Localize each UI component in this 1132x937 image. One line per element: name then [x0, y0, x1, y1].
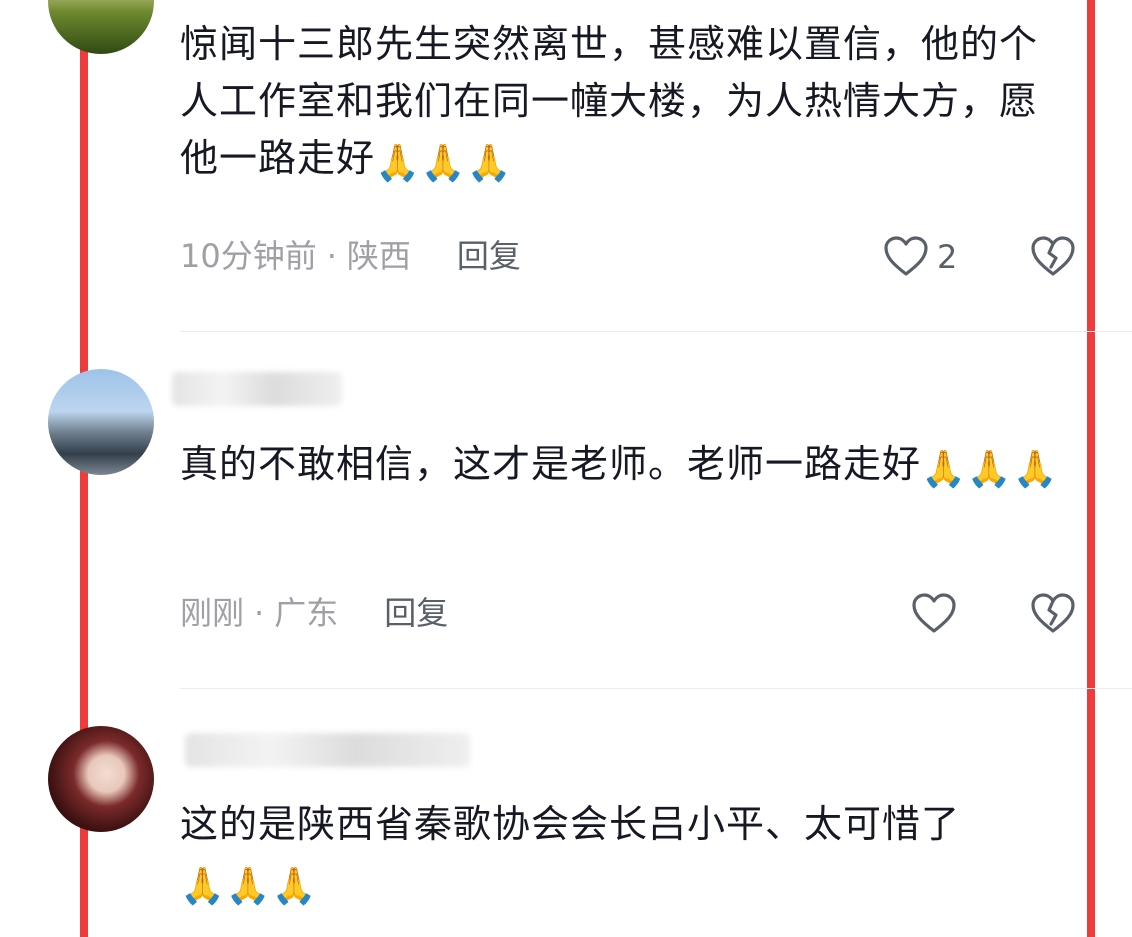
pray-emoji: 🙏🙏🙏 — [375, 143, 513, 184]
comment-meta: 10分钟前 · 陕西 回复 — [180, 236, 521, 276]
pray-emoji: 🙏🙏🙏 — [180, 866, 318, 907]
comment-time: 10分钟前 — [180, 237, 317, 275]
meta-separator: · — [254, 594, 265, 632]
like-button[interactable] — [910, 589, 958, 637]
heart-outline-icon — [884, 236, 928, 276]
avatar[interactable] — [48, 726, 154, 832]
like-button[interactable] — [882, 232, 930, 280]
comment-text: 真的不敢相信，这才是老师。老师一路走好🙏🙏🙏 — [180, 442, 1059, 490]
avatar[interactable] — [48, 0, 154, 54]
comment-text: 这的是陕西省秦歌协会会长吕小平、太可惜了 🙏🙏🙏 — [180, 802, 961, 907]
comment-divider — [180, 331, 1132, 332]
comment-location: 陕西 — [346, 237, 411, 275]
broken-heart-icon — [1031, 236, 1075, 276]
comment-location: 广东 — [274, 594, 339, 632]
broken-heart-icon — [1031, 593, 1075, 633]
like-count: 2 — [937, 238, 958, 276]
reply-button[interactable]: 回复 — [384, 594, 448, 632]
pray-emoji: 🙏🙏🙏 — [921, 449, 1059, 490]
dislike-button[interactable] — [1029, 232, 1077, 280]
reply-button[interactable]: 回复 — [457, 237, 521, 275]
highlight-border-right — [1087, 0, 1095, 937]
comment-meta: 刚刚 · 广东 回复 — [180, 593, 448, 633]
comment-text: 惊闻十三郎先生突然离世，甚感难以置信，他的个人工作室和我们在同一幢大楼，为人热情… — [180, 22, 1039, 184]
comment-time: 刚刚 — [180, 594, 245, 632]
username-blurred[interactable] — [172, 372, 342, 406]
heart-outline-icon — [912, 593, 956, 633]
username-blurred[interactable] — [185, 733, 470, 767]
dislike-button[interactable] — [1029, 589, 1077, 637]
comment-divider — [180, 688, 1132, 689]
avatar[interactable] — [48, 369, 154, 475]
meta-separator: · — [326, 237, 337, 275]
